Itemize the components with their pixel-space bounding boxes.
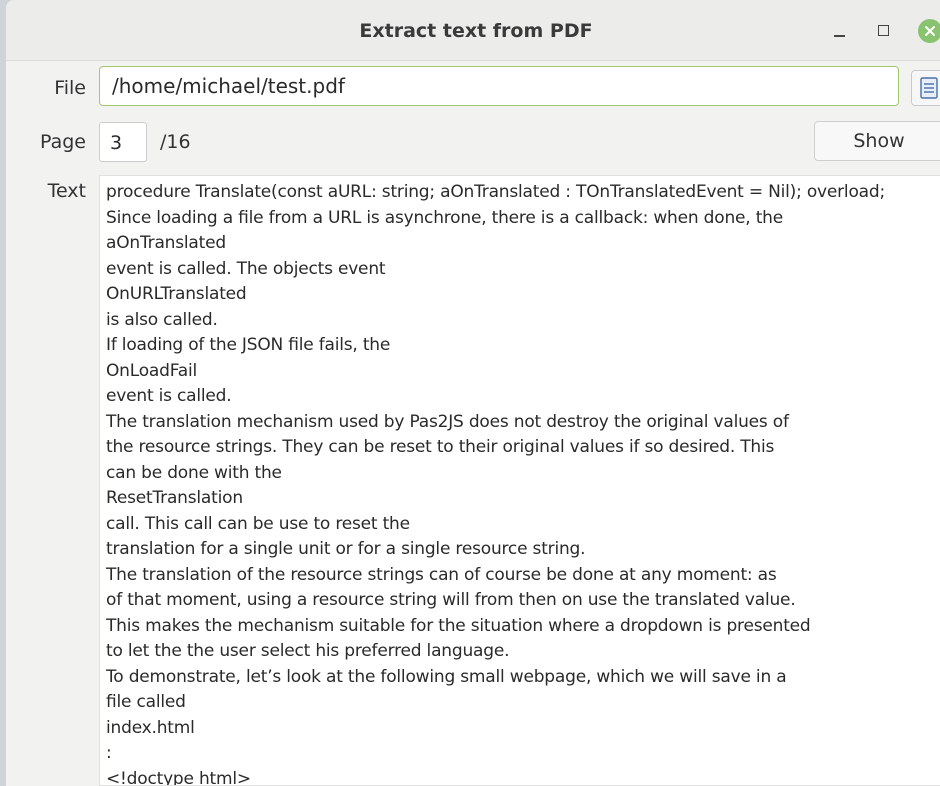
title-bar[interactable]: Extract text from PDF (6, 0, 940, 61)
text-label: Text (47, 180, 86, 202)
text-line: : (106, 743, 112, 763)
text-line: OnLoadFail (106, 360, 198, 381)
text-line: Since loading a ﬁle from a URL is asynch… (106, 207, 783, 228)
page-total: /16 (160, 131, 191, 153)
text-line: index.html (106, 717, 195, 738)
maximize-icon (878, 25, 889, 36)
text-line: The translation of the resource strings … (106, 564, 777, 585)
file-path-input[interactable]: /home/michael/test.pdf (99, 66, 899, 106)
maximize-button[interactable] (872, 20, 894, 42)
minimize-button[interactable] (828, 20, 850, 42)
text-line: the resource strings. They can be reset … (106, 437, 775, 457)
document-open-icon (920, 77, 938, 99)
extracted-text: procedure Translate(const aURL: string; … (106, 180, 940, 786)
text-line: event is called. (106, 386, 232, 406)
text-line: The translation mechanism used by Pas2JS… (106, 411, 789, 432)
text-line: procedure Translate(const aURL: string; … (106, 182, 885, 202)
close-button[interactable] (918, 19, 940, 43)
page-label: Page (40, 131, 86, 153)
text-line: ﬁle called (106, 692, 186, 712)
text-line: OnURLTranslated (106, 284, 247, 304)
text-line: event is called. The objects event (106, 258, 386, 279)
browse-file-button[interactable] (911, 70, 940, 106)
minimize-icon (834, 35, 845, 37)
text-line: to let the the user select his preferred… (106, 641, 510, 661)
show-button[interactable]: Show (814, 121, 940, 161)
text-line: of that moment, using a resource string … (106, 590, 796, 610)
text-line: This makes the mechanism suitable for th… (106, 615, 811, 636)
text-line: If loading of the JSON ﬁle fails, the (106, 335, 391, 355)
text-line: call. This call can be use to reset the (106, 513, 410, 534)
extract-text-window: Extract text from PDF File /home/michael… (6, 0, 940, 786)
text-line: aOnTranslated (106, 233, 226, 253)
close-icon (925, 26, 935, 36)
window-title: Extract text from PDF (359, 20, 593, 42)
text-line: ResetTranslation (106, 488, 243, 508)
file-label: File (54, 77, 86, 99)
text-line: can be done with the (106, 462, 282, 483)
text-line: is also called. (106, 309, 218, 330)
page-number-input[interactable]: 3 (99, 122, 147, 162)
extracted-text-area[interactable]: procedure Translate(const aURL: string; … (99, 175, 940, 786)
text-line: To demonstrate, let’s look at the follow… (106, 666, 787, 687)
text-line: <!doctype html> (106, 768, 251, 786)
text-line: translation for a single unit or for a s… (106, 539, 586, 559)
